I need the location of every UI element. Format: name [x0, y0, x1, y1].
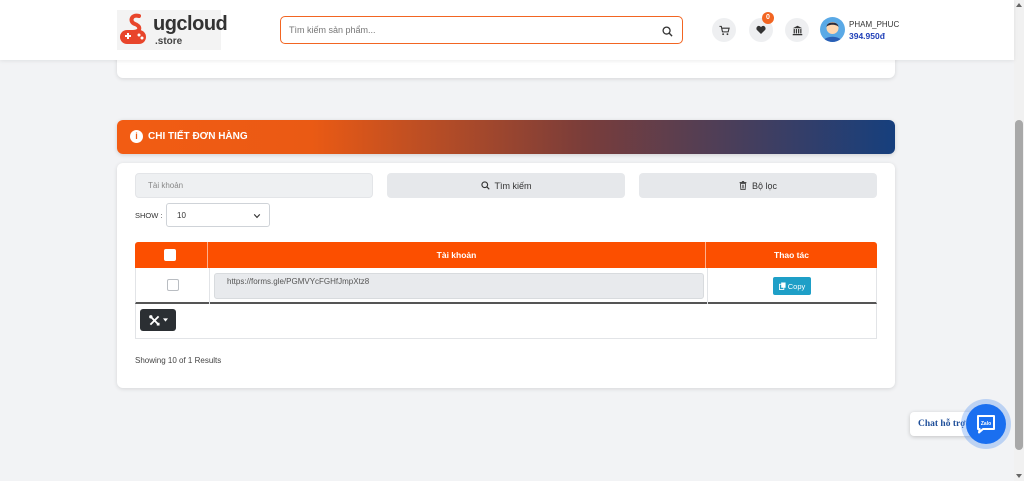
bank-icon [792, 25, 802, 35]
bulk-tools-dropdown-button[interactable] [140, 309, 176, 331]
filter-button-label: Bộ lọc [751, 180, 777, 191]
gamepad-logo-icon [120, 13, 146, 44]
tools-icon [148, 314, 160, 326]
search-button-label: Tìm kiếm [494, 180, 532, 191]
results-summary: Showing 10 of 1 Results [135, 356, 222, 365]
user-balance: 394.950đ [849, 31, 885, 41]
zalo-icon-text: Zalo [981, 421, 991, 427]
header-select-cell [135, 242, 208, 268]
search-box [280, 16, 683, 44]
copy-icon [778, 282, 786, 290]
column-divider [707, 268, 708, 304]
cart-button[interactable] [712, 18, 736, 42]
site-header: ugcloud .store 0 PHAM_PHUC 394.950đ [0, 0, 1014, 60]
heart-icon [756, 25, 766, 34]
zalo-chat-icon: Zalo [977, 415, 995, 434]
zalo-chat-button[interactable]: Zalo [966, 404, 1006, 444]
search-button[interactable]: Tìm kiếm [387, 173, 625, 198]
select-all-checkbox[interactable] [164, 249, 176, 261]
filter-button[interactable]: Bộ lọc [639, 173, 877, 198]
search-icon [480, 181, 490, 190]
table-footer [135, 304, 877, 339]
table-header: Tài khoản Thao tác [135, 242, 877, 268]
order-detail-card: Tìm kiếm Bộ lọc SHOW : 10 Tài khoản Thao… [117, 163, 895, 388]
copy-button[interactable]: Copy [773, 277, 811, 295]
user-name[interactable]: PHAM_PHUC [849, 20, 899, 29]
logo-text: ugcloud [153, 13, 228, 35]
section-title: CHI TIẾT ĐƠN HÀNG [148, 131, 248, 142]
section-title-bar: i CHI TIẾT ĐƠN HÀNG [117, 120, 895, 154]
site-logo[interactable]: ugcloud .store [117, 10, 228, 50]
show-select-value: 10 [177, 211, 186, 220]
trash-icon [739, 181, 747, 190]
bank-button[interactable] [785, 18, 809, 42]
scroll-down-arrow-icon[interactable] [1016, 474, 1022, 478]
logo-subtext: .store [155, 36, 183, 47]
user-avatar[interactable] [820, 17, 845, 42]
column-divider [209, 268, 210, 304]
caret-down-icon [162, 318, 168, 322]
account-filter-input[interactable] [135, 173, 373, 198]
wishlist-count-badge: 0 [762, 12, 774, 24]
header-account: Tài khoản [208, 242, 706, 268]
search-icon[interactable] [662, 24, 673, 42]
info-icon: i [130, 130, 143, 143]
user-avatar-icon [823, 22, 842, 42]
cart-icon [718, 25, 730, 35]
row-checkbox[interactable] [167, 279, 179, 291]
copy-button-label: Copy [787, 281, 806, 291]
chevron-down-icon [253, 214, 261, 219]
scrollbar-thumb[interactable] [1015, 120, 1023, 450]
show-select[interactable]: 10 [166, 203, 270, 227]
table-row: https://forms.gle/PGMVYcFGHfJmpXtz8 Copy [135, 268, 877, 304]
page-scrollbar[interactable] [1014, 0, 1024, 481]
search-input[interactable] [289, 21, 649, 39]
header-actions: Thao tác [774, 250, 809, 260]
show-label: SHOW : [135, 211, 163, 220]
scroll-up-arrow-icon[interactable] [1016, 3, 1022, 7]
account-value-textarea[interactable]: https://forms.gle/PGMVYcFGHfJmpXtz8 [214, 273, 704, 299]
